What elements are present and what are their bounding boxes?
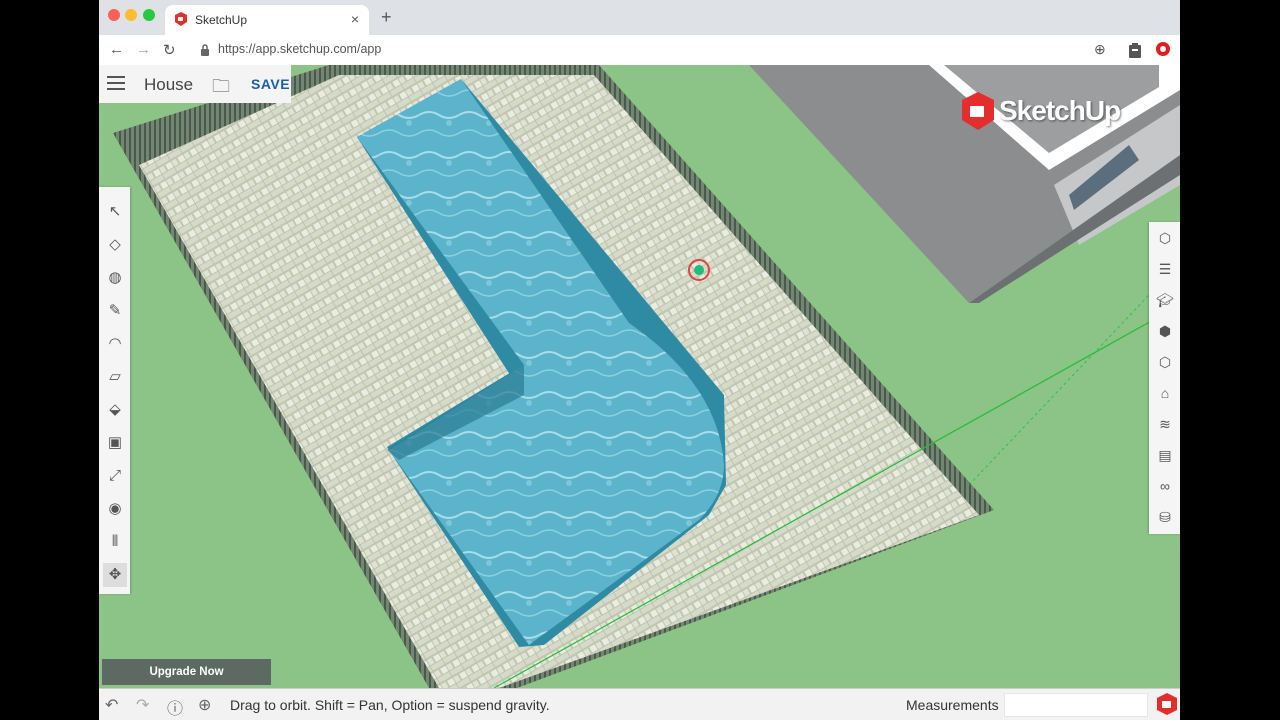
scenes-icon[interactable]: ▤ [1153,443,1177,467]
browser-window: SketchUp × + ← → ↻ https://app.sketchup.… [99,0,1180,720]
styles-icon[interactable]: ⌂ [1153,381,1177,405]
left-toolbar: ↖ ◇ ◍ ✎ ◠ ▱ ⬙ ▣ ⤢ ◉ ⦀ ✥ [99,187,130,594]
display-icon[interactable]: ∞ [1153,474,1177,498]
globe-icon[interactable]: ⊕ [198,695,211,715]
sketchup-favicon-icon [175,12,187,26]
lock-icon [201,44,209,56]
tape-measure-icon[interactable]: ◉ [103,497,127,521]
walk-icon[interactable]: ⦀ [103,530,127,554]
address-bar: ← → ↻ https://app.sketchup.com/app ⊕ [99,35,1180,66]
status-bar: ↶ ↷ ⓘ ⊕ Drag to orbit. Shift = Pan, Opti… [99,688,1180,720]
status-hint: Drag to orbit. Shift = Pan, Option = sus… [230,697,550,713]
model-info-icon[interactable]: ⛁ [1153,505,1177,529]
new-tab-button[interactable]: + [381,7,392,28]
undo-icon[interactable]: ↶ [105,695,118,715]
save-button[interactable]: SAVE [251,76,290,92]
scale-icon[interactable]: ⤢ [103,464,127,488]
entity-info-icon[interactable]: ⬡ [1153,226,1177,250]
materials-icon[interactable]: ⬡ [1153,350,1177,374]
rectangle-icon[interactable]: ▱ [103,365,127,389]
select-icon[interactable]: ↖ [103,200,127,224]
zoom-icon[interactable]: ⊕ [1094,41,1106,58]
sketchup-logo-small-icon[interactable] [1156,693,1178,715]
close-window-button[interactable] [108,9,120,21]
layers-icon[interactable]: ≋ [1153,412,1177,436]
components-icon[interactable]: ⬢ [1153,319,1177,343]
app-header: House 🗀 SAVE [99,65,291,103]
forward-icon[interactable]: → [136,41,151,58]
minimize-window-button[interactable] [125,9,137,21]
url-field[interactable]: https://app.sketchup.com/app [218,42,381,56]
paint-bucket-icon[interactable]: ◍ [103,266,127,290]
redo-icon[interactable]: ↷ [136,695,149,715]
hamburger-menu-icon[interactable] [107,76,125,92]
tab-title: SketchUp [195,13,248,27]
model-scene [113,65,1180,688]
orbit-icon[interactable]: ✥ [103,563,127,587]
upgrade-now-button[interactable]: Upgrade Now [102,659,271,685]
measurements-input[interactable] [1004,693,1148,717]
outliner-icon[interactable]: ☰ [1153,257,1177,281]
close-tab-icon[interactable]: × [351,11,359,27]
folder-icon[interactable]: 🗀 [212,74,230,104]
instructor-icon[interactable]: 🎓︎ [1153,288,1177,312]
maximize-window-button[interactable] [143,9,155,21]
right-toolbar: ⬡ ☰ 🎓︎ ⬢ ⬡ ⌂ ≋ ▤ ∞ ⛁ [1149,222,1180,534]
offset-icon[interactable]: ▣ [103,431,127,455]
sketchup-logo-icon [962,92,994,130]
clipboard-icon[interactable] [1128,43,1142,58]
back-icon[interactable]: ← [109,41,124,58]
browser-tab[interactable]: SketchUp × [165,5,369,35]
reload-icon[interactable]: ↻ [163,41,176,59]
document-title[interactable]: House [144,75,193,95]
brand-wordmark: SketchUp [999,95,1121,126]
help-icon[interactable]: ⓘ [167,695,183,719]
extension-icon[interactable] [1156,42,1170,56]
eraser-icon[interactable]: ◇ [103,233,127,257]
arc-icon[interactable]: ◠ [103,332,127,356]
tab-bar: SketchUp × + [99,0,1180,35]
push-pull-icon[interactable]: ⬙ [103,398,127,422]
pencil-icon[interactable]: ✎ [103,299,127,323]
3d-viewport[interactable]: House 🗀 SAVE SketchUp ↖ ◇ ◍ ✎ ◠ ▱ ⬙ ▣ ⤢ … [99,65,1180,688]
measurements-label: Measurements [906,697,999,713]
